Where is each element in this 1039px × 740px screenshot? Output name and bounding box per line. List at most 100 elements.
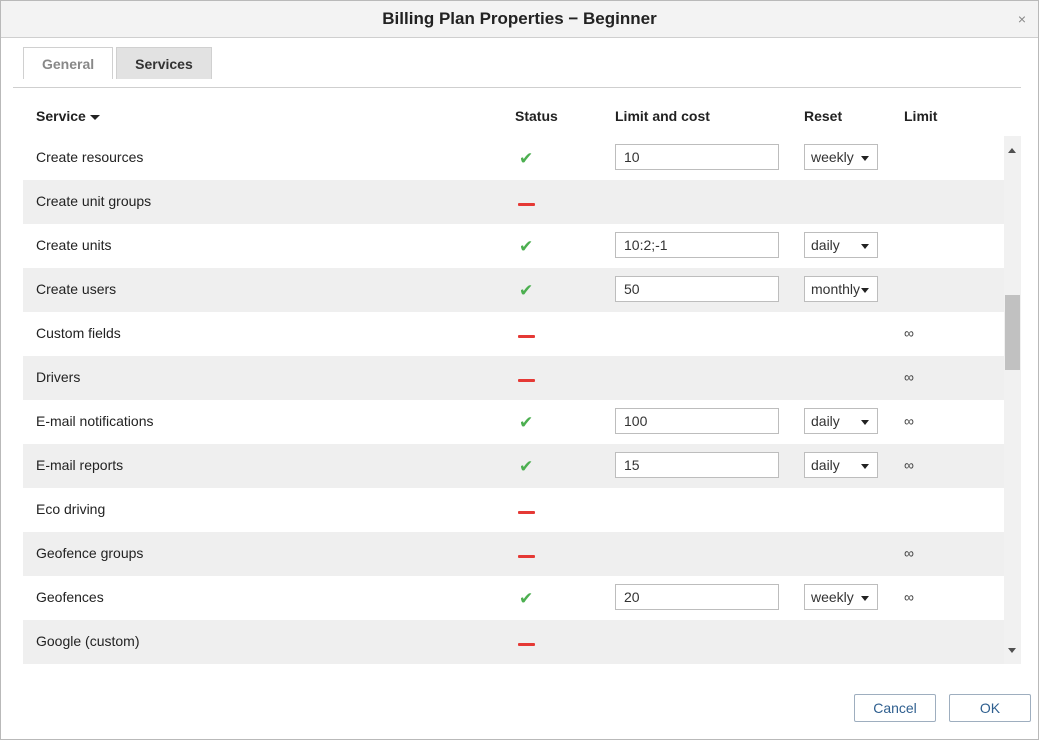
reset-select-value: weekly — [811, 589, 854, 605]
infinity-icon: ∞ — [904, 457, 914, 473]
table-header: Service Status Limit and cost Reset Limi… — [23, 101, 1013, 131]
sort-caret-icon[interactable] — [89, 114, 100, 120]
chevron-down-icon — [861, 244, 869, 249]
service-name: Create users — [36, 281, 117, 297]
limit-cost-input[interactable] — [615, 144, 779, 170]
chevron-down-icon — [861, 288, 869, 293]
table-row[interactable]: Eco driving — [23, 488, 1004, 532]
arrow-down-icon[interactable] — [1008, 648, 1016, 653]
services-table-body: Create resources ✔ weekly Create unit group… — [23, 136, 1004, 664]
table-row[interactable]: E-mail notifications ✔ daily ∞ — [23, 400, 1004, 444]
reset-select-value: daily — [811, 413, 840, 429]
check-icon[interactable]: ✔ — [517, 281, 537, 299]
tab-services[interactable]: Services — [116, 47, 212, 79]
cancel-button[interactable]: Cancel — [854, 694, 936, 722]
dash-icon[interactable] — [517, 193, 537, 211]
reset-select[interactable]: daily — [804, 408, 878, 434]
limit-cost-input[interactable] — [615, 408, 779, 434]
infinity-icon: ∞ — [904, 325, 914, 341]
service-name: Drivers — [36, 369, 81, 385]
table-row[interactable]: Geofence groups ∞ — [23, 532, 1004, 576]
dash-glyph — [518, 643, 535, 646]
table-row[interactable]: Create units ✔ daily — [23, 224, 1004, 268]
reset-select[interactable]: daily — [804, 232, 878, 258]
infinity-icon: ∞ — [904, 369, 914, 385]
service-name: Google (custom) — [36, 633, 140, 649]
limit-cost-input[interactable] — [615, 584, 779, 610]
reset-select[interactable]: daily — [804, 452, 878, 478]
table-row[interactable]: Create users ✔ monthly — [23, 268, 1004, 312]
limit-cost-input[interactable] — [615, 232, 779, 258]
chevron-down-icon — [861, 420, 869, 425]
service-name: Create units — [36, 237, 112, 253]
table-row[interactable]: E-mail reports ✔ daily ∞ — [23, 444, 1004, 488]
service-name: E-mail notifications — [36, 413, 154, 429]
service-name: Geofences — [36, 589, 104, 605]
dash-glyph — [518, 335, 535, 338]
check-glyph: ✔ — [519, 413, 534, 432]
column-header-service[interactable]: Service — [36, 108, 100, 124]
scrollbar-thumb[interactable] — [1005, 295, 1020, 370]
scrollbar-track[interactable] — [1004, 136, 1021, 664]
chevron-down-icon — [861, 156, 869, 161]
tab-general[interactable]: General — [23, 47, 114, 79]
tab-divider — [13, 87, 1021, 88]
column-header-status: Status — [515, 108, 558, 124]
dash-icon[interactable] — [517, 545, 537, 563]
reset-select-value: monthly — [811, 281, 861, 297]
limit-cost-input[interactable] — [615, 276, 779, 302]
check-icon[interactable]: ✔ — [517, 237, 537, 255]
infinity-icon: ∞ — [904, 413, 914, 429]
dash-glyph — [518, 511, 535, 514]
service-name: Create resources — [36, 149, 144, 165]
vertical-scrollbar[interactable] — [1004, 136, 1021, 664]
dash-icon[interactable] — [517, 501, 537, 519]
service-name: Geofence groups — [36, 545, 144, 561]
check-glyph: ✔ — [519, 457, 534, 476]
reset-select-value: weekly — [811, 149, 854, 165]
check-glyph: ✔ — [519, 149, 534, 168]
column-header-limit-cost: Limit and cost — [615, 108, 710, 124]
title-bar: Billing Plan Properties − Beginner × — [1, 1, 1038, 38]
check-glyph: ✔ — [519, 237, 534, 256]
dash-glyph — [518, 555, 535, 558]
chevron-down-icon — [861, 596, 869, 601]
infinity-icon: ∞ — [904, 589, 914, 605]
chevron-down-icon — [861, 464, 869, 469]
dash-glyph — [518, 203, 535, 206]
ok-button[interactable]: OK — [949, 694, 1031, 722]
column-header-limit: Limit — [904, 108, 938, 124]
check-icon[interactable]: ✔ — [517, 149, 537, 167]
billing-plan-dialog: Billing Plan Properties − Beginner × Gen… — [0, 0, 1039, 740]
tab-bar: General Services — [23, 47, 212, 79]
reset-select[interactable]: monthly — [804, 276, 878, 302]
table-row[interactable]: Create unit groups — [23, 180, 1004, 224]
infinity-icon: ∞ — [904, 545, 914, 561]
limit-cost-input[interactable] — [615, 452, 779, 478]
dash-icon[interactable] — [517, 633, 537, 651]
arrow-up-icon[interactable] — [1008, 148, 1016, 153]
close-icon[interactable]: × — [1018, 10, 1026, 28]
reset-select[interactable]: weekly — [804, 144, 878, 170]
dash-glyph — [518, 379, 535, 382]
check-icon[interactable]: ✔ — [517, 589, 537, 607]
service-name: E-mail reports — [36, 457, 124, 473]
service-name: Create unit groups — [36, 193, 152, 209]
column-header-reset: Reset — [804, 108, 843, 124]
table-row[interactable]: Drivers ∞ — [23, 356, 1004, 400]
reset-select-value: daily — [811, 457, 840, 473]
check-icon[interactable]: ✔ — [517, 457, 537, 475]
dash-icon[interactable] — [517, 325, 537, 343]
check-glyph: ✔ — [519, 281, 534, 300]
reset-select[interactable]: weekly — [804, 584, 878, 610]
check-icon[interactable]: ✔ — [517, 413, 537, 431]
table-row[interactable]: Custom fields ∞ — [23, 312, 1004, 356]
dialog-title: Billing Plan Properties − Beginner — [382, 9, 657, 28]
service-name: Custom fields — [36, 325, 121, 341]
dash-icon[interactable] — [517, 369, 537, 387]
table-row[interactable]: Geofences ✔ weekly ∞ — [23, 576, 1004, 620]
service-name: Eco driving — [36, 501, 106, 517]
table-row[interactable]: Google (custom) — [23, 620, 1004, 664]
check-glyph: ✔ — [519, 589, 534, 608]
table-row[interactable]: Create resources ✔ weekly — [23, 136, 1004, 180]
